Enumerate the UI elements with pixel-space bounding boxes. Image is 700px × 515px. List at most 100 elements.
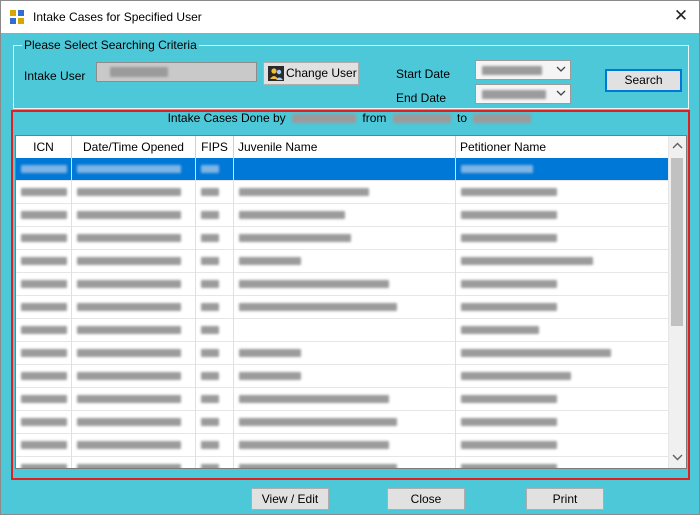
cell-juvenile-name <box>234 158 456 181</box>
cell-juvenile-name <box>234 342 456 365</box>
cell-fips <box>196 250 234 273</box>
cell-icn <box>16 319 72 342</box>
redacted-cell-value <box>239 188 369 196</box>
cell-fips <box>196 388 234 411</box>
redacted-cell-value <box>239 303 397 311</box>
redacted-cell-value <box>239 257 301 265</box>
cell-petitioner-name <box>456 434 680 457</box>
table-row[interactable] <box>16 319 680 342</box>
column-header-date-opened[interactable]: Date/Time Opened <box>72 136 196 158</box>
redacted-end-date <box>473 114 532 124</box>
redacted-cell-value <box>21 372 67 380</box>
table-row[interactable] <box>16 158 680 181</box>
table-row[interactable] <box>16 342 680 365</box>
column-header-fips[interactable]: FIPS <box>196 136 234 158</box>
cell-date-opened <box>72 227 196 250</box>
table-row[interactable] <box>16 434 680 457</box>
cell-juvenile-name <box>234 227 456 250</box>
table-row[interactable] <box>16 227 680 250</box>
cell-date-opened <box>72 204 196 227</box>
redacted-cell-value <box>21 441 67 449</box>
scroll-down-icon[interactable] <box>669 449 686 466</box>
view-edit-button[interactable]: View / Edit <box>251 488 329 510</box>
cell-date-opened <box>72 365 196 388</box>
redacted-cell-value <box>239 372 301 380</box>
scroll-up-icon[interactable] <box>669 138 686 155</box>
redacted-user-name <box>292 114 357 124</box>
scrollbar-thumb[interactable] <box>671 158 683 326</box>
close-icon[interactable]: ✕ <box>669 4 693 28</box>
redacted-cell-value <box>239 395 389 403</box>
column-header-petitioner-name[interactable]: Petitioner Name <box>456 136 680 158</box>
redacted-cell-value <box>21 234 67 242</box>
redacted-cell-value <box>461 234 557 242</box>
redacted-cell-value <box>239 418 397 426</box>
table-row[interactable] <box>16 296 680 319</box>
table-row[interactable] <box>16 365 680 388</box>
cell-petitioner-name <box>456 365 680 388</box>
column-header-icn[interactable]: ICN <box>16 136 72 158</box>
redacted-cell-value <box>77 280 181 288</box>
change-user-label: Change User <box>286 66 357 80</box>
close-button[interactable]: Close <box>387 488 465 510</box>
start-date-picker[interactable] <box>475 60 571 80</box>
redacted-cell-value <box>201 349 219 357</box>
redacted-cell-value <box>461 303 557 311</box>
cell-fips <box>196 158 234 181</box>
end-date-label: End Date <box>396 91 447 105</box>
redacted-cell-value <box>201 234 219 242</box>
cell-juvenile-name <box>234 434 456 457</box>
column-header-juvenile-name[interactable]: Juvenile Name <box>234 136 456 158</box>
table-row[interactable] <box>16 457 680 468</box>
cell-icn <box>16 158 72 181</box>
cell-fips <box>196 342 234 365</box>
redacted-end-date <box>482 90 546 99</box>
cell-date-opened <box>72 273 196 296</box>
chevron-down-icon[interactable] <box>556 88 566 98</box>
cell-fips <box>196 227 234 250</box>
redacted-cell-value <box>21 303 67 311</box>
redacted-cell-value <box>239 441 389 449</box>
cell-petitioner-name <box>456 273 680 296</box>
chevron-down-icon[interactable] <box>556 64 566 74</box>
cell-date-opened <box>72 342 196 365</box>
intake-cases-grid[interactable]: ICN Date/Time Opened FIPS Juvenile Name … <box>15 135 687 469</box>
change-user-button[interactable]: Change User <box>263 62 359 85</box>
redacted-cell-value <box>201 165 219 173</box>
table-row[interactable] <box>16 181 680 204</box>
table-row[interactable] <box>16 250 680 273</box>
search-button[interactable]: Search <box>605 69 682 92</box>
redacted-cell-value <box>201 188 219 196</box>
cell-juvenile-name <box>234 365 456 388</box>
table-row[interactable] <box>16 273 680 296</box>
redacted-cell-value <box>21 165 67 173</box>
cell-icn <box>16 204 72 227</box>
start-date-label: Start Date <box>396 67 451 81</box>
cell-fips <box>196 204 234 227</box>
end-date-picker[interactable] <box>475 84 571 104</box>
table-row[interactable] <box>16 388 680 411</box>
redacted-cell-value <box>77 372 181 380</box>
redacted-cell-value <box>201 441 219 449</box>
redacted-cell-value <box>201 418 219 426</box>
cell-petitioner-name <box>456 250 680 273</box>
vertical-scrollbar[interactable] <box>668 136 686 468</box>
redacted-start-date <box>392 114 451 124</box>
redacted-cell-value <box>461 418 557 426</box>
redacted-cell-value <box>461 188 557 196</box>
redacted-cell-value <box>201 464 219 468</box>
cell-petitioner-name <box>456 158 680 181</box>
redacted-cell-value <box>21 326 67 334</box>
print-button[interactable]: Print <box>526 488 604 510</box>
redacted-cell-value <box>77 464 181 468</box>
table-row[interactable] <box>16 411 680 434</box>
redacted-cell-value <box>77 234 181 242</box>
cell-petitioner-name <box>456 457 680 468</box>
table-row[interactable] <box>16 204 680 227</box>
cell-fips <box>196 457 234 468</box>
users-icon <box>268 66 284 81</box>
redacted-cell-value <box>461 349 611 357</box>
criteria-legend: Please Select Searching Criteria <box>22 38 199 52</box>
cell-icn <box>16 342 72 365</box>
window-title: Intake Cases for Specified User <box>33 10 202 24</box>
